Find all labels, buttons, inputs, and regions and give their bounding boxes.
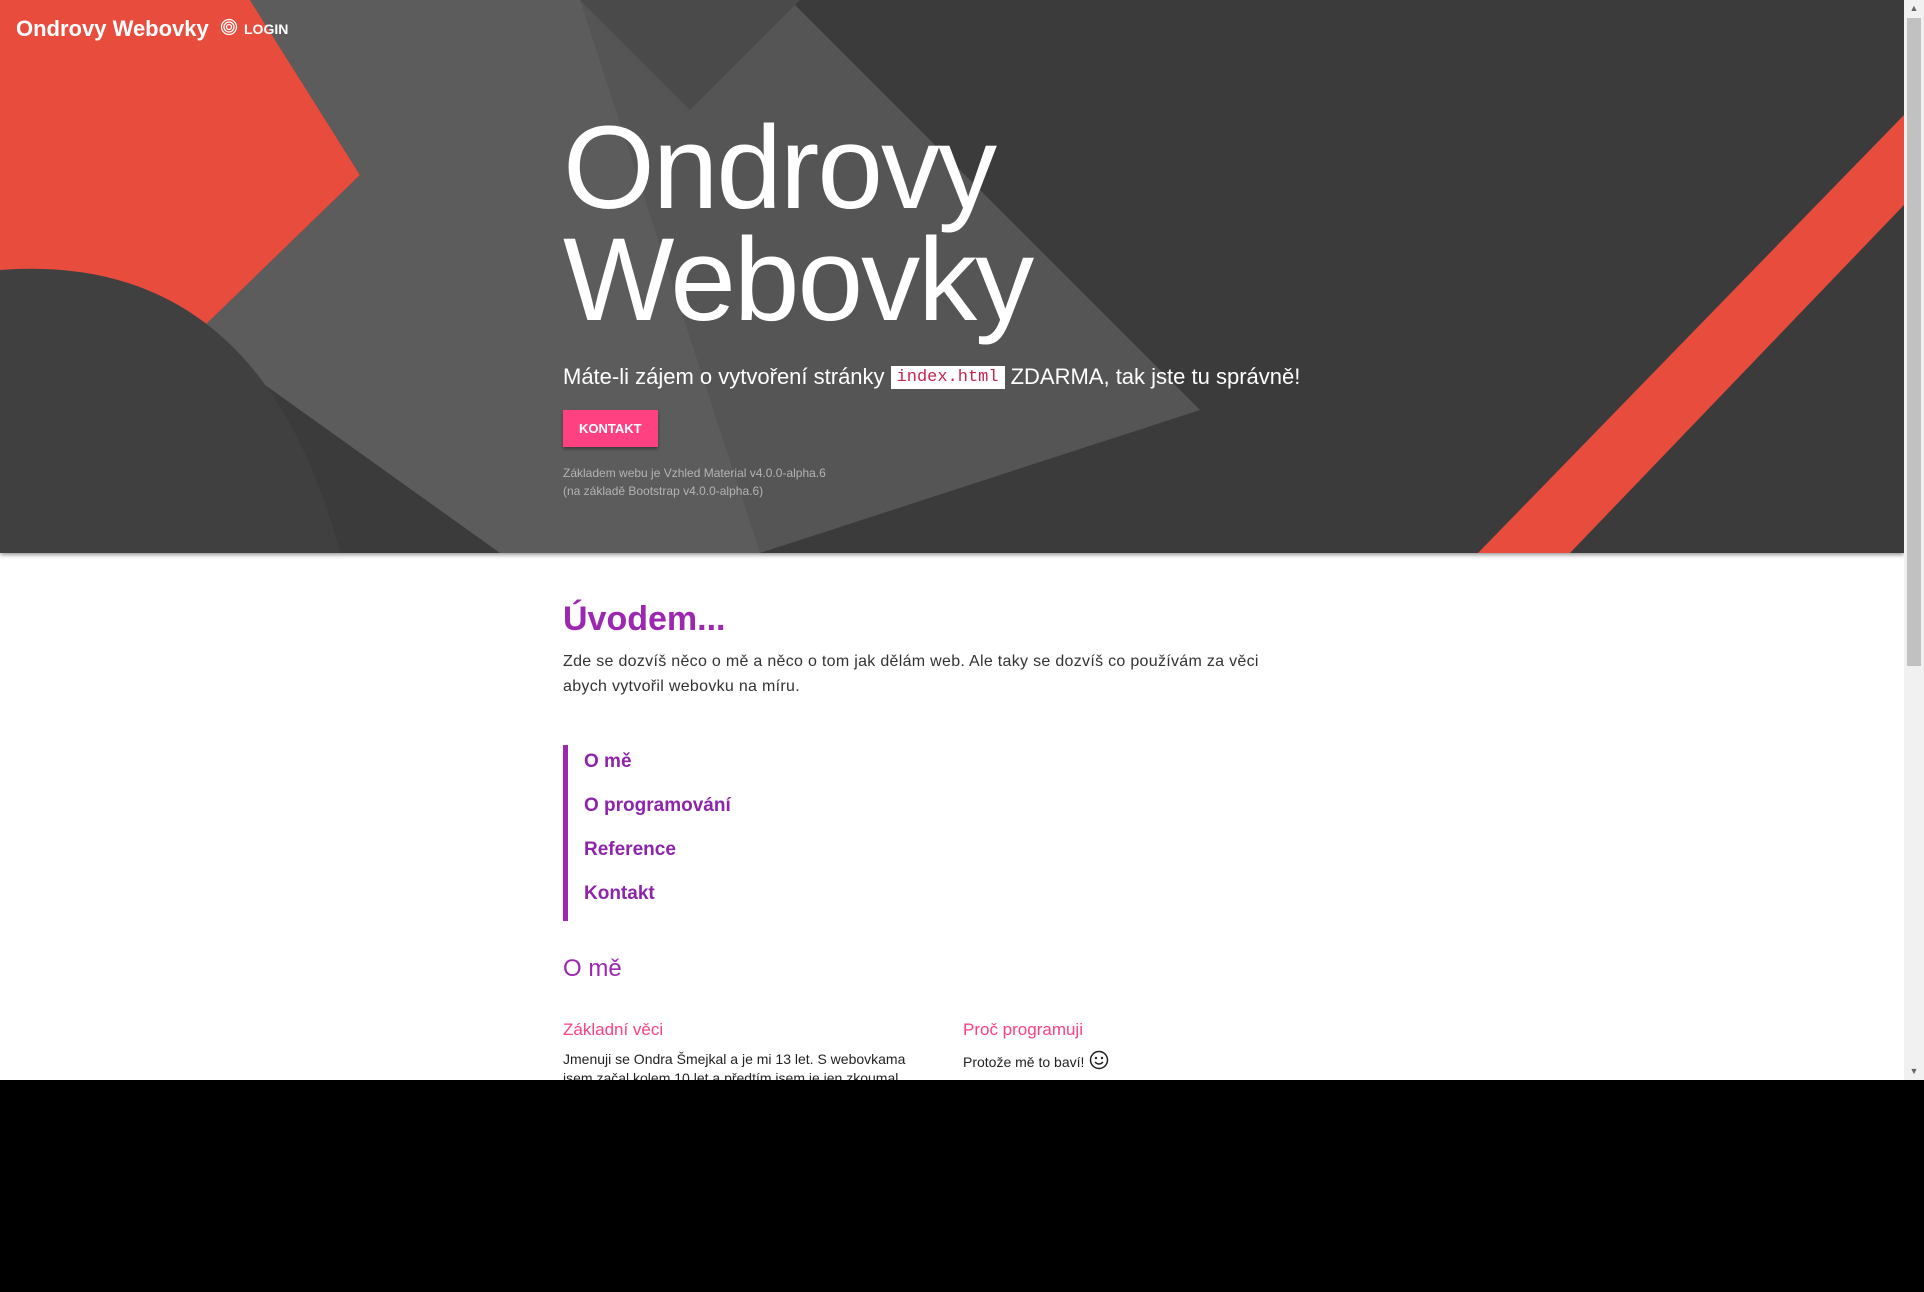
basic-info-text: Jmenuji se Ondra Šmejkal a je mi 13 let.…	[563, 1050, 933, 1080]
smiley-icon	[1089, 1050, 1109, 1075]
intro-section: Úvodem... Zde se dozvíš něco o mě a něco…	[563, 600, 1323, 699]
scroll-down-arrow-icon[interactable]: ▼	[1904, 1063, 1924, 1080]
hero-title-line2: Webovky	[563, 214, 1034, 346]
basic-info-heading: Základní věci	[563, 1020, 664, 1039]
toc-item-kontakt[interactable]: Kontakt	[584, 877, 731, 921]
hero-header: Ondrovy Webovky LOGIN Ondrovy Webovky Má…	[0, 0, 1904, 553]
toc-item-reference[interactable]: Reference	[584, 833, 731, 877]
intro-title: Úvodem...	[563, 600, 726, 638]
scrollbar-thumb[interactable]	[1907, 18, 1921, 666]
basic-info-line2: jsem začal kolem 10 let a předtím jsem j…	[563, 1070, 903, 1080]
why-programming-heading: Proč programuji	[963, 1020, 1083, 1039]
intro-text: Zde se dozvíš něco o mě a něco o tom jak…	[563, 649, 1323, 699]
hero-title: Ondrovy Webovky	[563, 102, 1034, 346]
basic-info-line1: Jmenuji se Ondra Šmejkal a je mi 13 let.…	[563, 1051, 906, 1067]
code-snippet: index.html	[890, 365, 1005, 389]
vertical-scrollbar[interactable]: ▲ ▼	[1904, 0, 1924, 1080]
desktop-area	[1904, 1080, 1924, 1292]
contact-button[interactable]: KONTAKT	[563, 410, 658, 447]
intro-text-line1: Zde se dozvíš něco o mě a něco o tom jak…	[563, 653, 1259, 670]
footnote-line2: (na základě Bootstrap v4.0.0-alpha.6)	[563, 484, 764, 498]
browser-viewport: Ondrovy Webovky LOGIN Ondrovy Webovky Má…	[0, 0, 1904, 1080]
table-of-contents: O mě O programování Reference Kontakt	[563, 745, 731, 921]
hero-subtitle: Máte-li zájem o vytvoření stránky index.…	[563, 364, 1300, 390]
top-navbar: Ondrovy Webovky LOGIN	[0, 0, 1904, 56]
hero-title-line1: Ondrovy	[563, 102, 997, 234]
why-programming-line: Protože mě to baví!	[963, 1054, 1085, 1070]
subtitle-after: ZDARMA, tak jste tu správně!	[1010, 364, 1301, 389]
intro-text-line2: abych vytvořil webovku na míru.	[563, 678, 800, 695]
fingerprint-icon	[220, 18, 238, 39]
footnote-line1: Základem webu je Vzhled Material v4.0.0-…	[563, 466, 826, 480]
scroll-up-arrow-icon[interactable]: ▲	[1904, 0, 1924, 17]
about-title: O mě	[563, 955, 622, 982]
login-link[interactable]: LOGIN	[220, 18, 288, 39]
login-label: LOGIN	[244, 20, 289, 37]
hero-footnote: Základem webu je Vzhled Material v4.0.0-…	[563, 464, 826, 500]
toc-item-o-programovani[interactable]: O programování	[584, 789, 731, 833]
toc-item-o-me[interactable]: O mě	[584, 745, 731, 789]
brand-logo[interactable]: Ondrovy Webovky	[16, 16, 209, 42]
why-programming-text: Protože mě to baví!	[963, 1050, 1109, 1075]
subtitle-before: Máte-li zájem o vytvoření stránky	[563, 364, 885, 389]
